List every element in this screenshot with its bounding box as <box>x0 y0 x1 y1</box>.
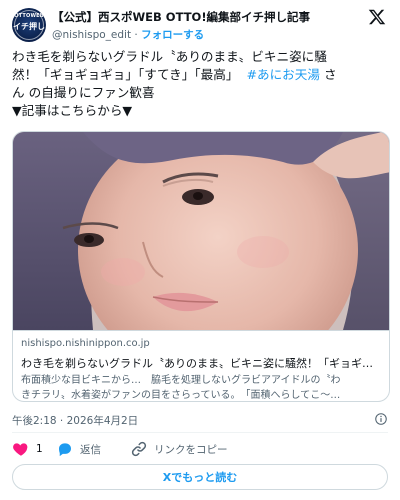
link-card[interactable]: nishispo.nishinippon.co.jp わき毛を剃らないグラドル〝… <box>12 131 390 402</box>
handle-line: @nishispo_edit · フォローする <box>52 27 204 42</box>
divider <box>12 432 388 433</box>
follow-button[interactable]: フォローする <box>141 29 204 41</box>
copy-link-label: リンクをコピー <box>154 443 228 456</box>
handle-separator: · <box>131 29 142 41</box>
info-icon[interactable] <box>374 412 388 426</box>
like-button[interactable]: 1 <box>12 440 43 458</box>
account-avatar[interactable]: OTTOWEB イチ押し <box>12 8 46 42</box>
hashtag-link[interactable]: #あにお天湯 <box>246 67 320 82</box>
card-title: わき毛を剃らないグラドル〝ありのまま〟ビキニ姿に騒然！「ギョギ… <box>21 357 373 370</box>
tweet-line-2: 然！「ギョギョギョ」「すてき」「最高」 #あにお天湯 さ <box>12 66 392 84</box>
account-handle[interactable]: @nishispo_edit <box>52 29 131 41</box>
tweet-line-3: ん の自撮りにファン歓喜 <box>12 85 155 100</box>
read-more-button[interactable]: Xでもっと読む <box>12 464 388 490</box>
tweet-line-2-text: 然！「ギョギョギョ」「すてき」「最高」 <box>12 67 239 82</box>
card-description: 布面積少な目ビキニから… 脇毛を処理しないグラビアアイドルの〝わ きチラリ〟水着… <box>21 373 383 401</box>
portrait-illustration <box>13 132 389 330</box>
card-image[interactable] <box>13 132 389 330</box>
avatar-text-top: OTTOWEB <box>14 13 44 19</box>
card-domain: nishispo.nishinippon.co.jp <box>21 338 150 349</box>
x-logo-icon[interactable] <box>368 8 386 26</box>
heart-icon <box>13 443 28 456</box>
avatar-text-main: イチ押し <box>13 22 45 31</box>
account-name[interactable]: 【公式】西スポWEB OTTO!編集部イチ押し記事 <box>52 9 310 25</box>
card-description-line-2: きチラリ〟水着姿がファンの目をさらっている。 「面積へらしてこ〜… <box>21 390 341 401</box>
reply-button[interactable]: 返信 <box>56 440 101 458</box>
link-icon <box>131 441 147 457</box>
like-count: 1 <box>36 443 43 455</box>
reply-label: 返信 <box>80 443 101 456</box>
tweet-header: OTTOWEB イチ押し 【公式】西スポWEB OTTO!編集部イチ押し記事 @… <box>12 8 388 42</box>
tweet-line-1: わき毛を剃らないグラドル〝ありのまま〟ビキニ姿に騒 <box>12 49 327 64</box>
tweet-line-2-tail: さ <box>319 67 337 82</box>
copy-link-button[interactable]: リンクをコピー <box>130 440 228 458</box>
reply-bubble-icon <box>59 443 71 457</box>
tweet-timestamp[interactable]: 午後2:18 · 2026年4月2日 <box>12 413 138 428</box>
card-body[interactable]: nishispo.nishinippon.co.jp わき毛を剃らないグラドル〝… <box>13 330 389 401</box>
tweet-line-4: ▼記事はこちらから▼ <box>12 103 133 118</box>
action-bar: 1 返信 リンクをコピー <box>12 440 312 458</box>
card-description-line-1: 布面積少な目ビキニから… 脇毛を処理しないグラビアアイドルの〝わ <box>21 375 341 386</box>
tweet-text: わき毛を剃らないグラドル〝ありのまま〟ビキニ姿に騒 然！「ギョギョギョ」「すてき… <box>12 48 392 120</box>
